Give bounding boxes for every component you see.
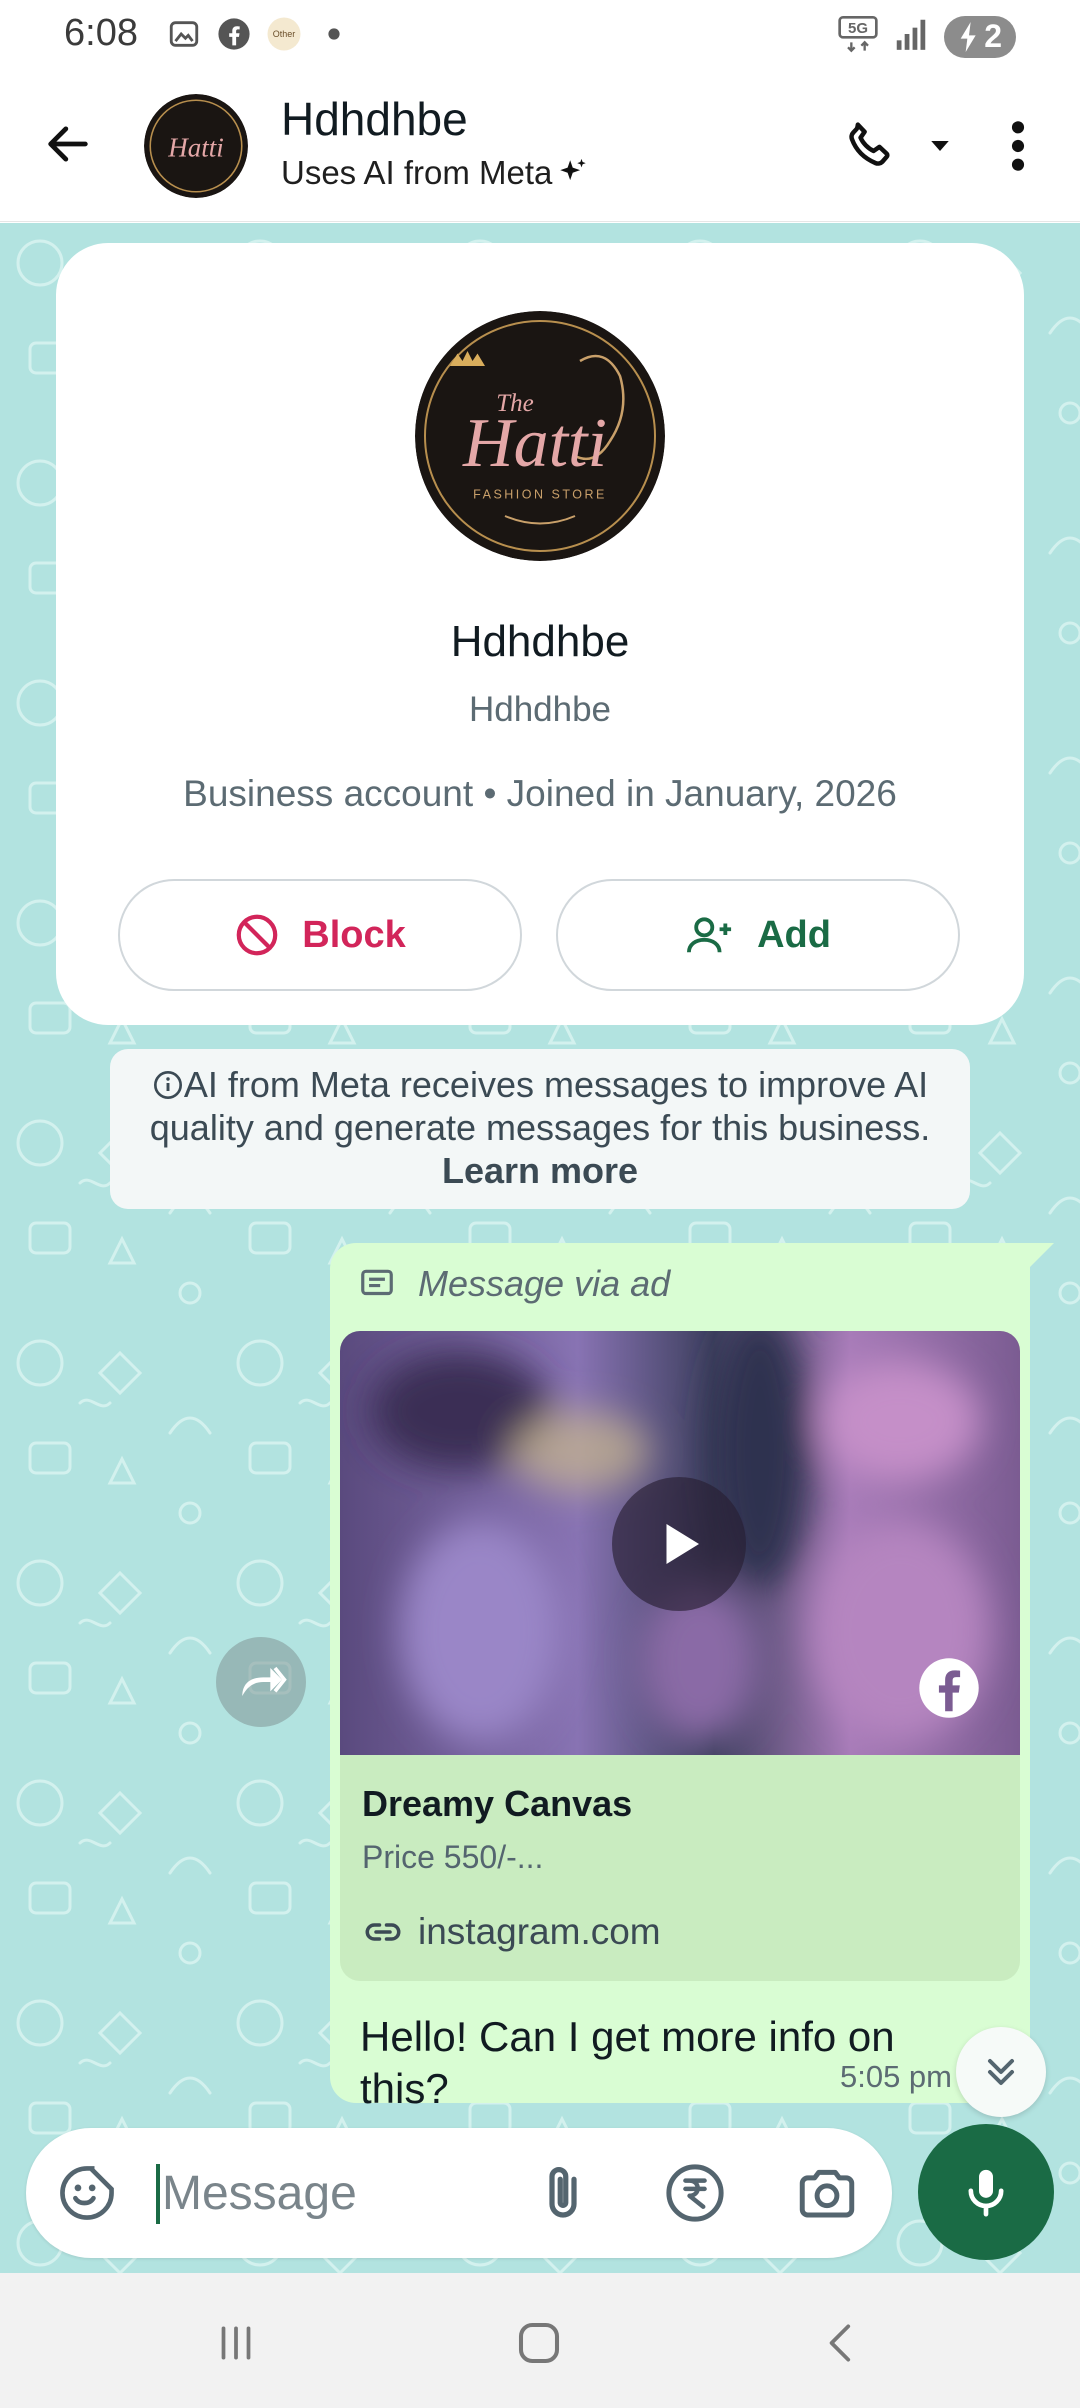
signal-icon [892,15,930,58]
gallery-notification-icon [166,16,202,52]
facebook-notification-icon [216,16,252,52]
chat-title[interactable]: Hdhdhbe [281,92,468,146]
profile-avatar[interactable]: The Hatti FASHION STORE [415,311,665,561]
chevron-left-icon [829,2324,851,2362]
message-via-ad-label: Message via ad [418,1263,671,1304]
battery-indicator: 2 [944,15,1016,58]
profile-account-info: Business account • Joined in January, 20… [183,773,897,814]
phone-icon [849,122,890,166]
message-input[interactable] [162,2154,512,2232]
ad-preview-card[interactable]: Dreamy Canvas Price 550/-... instagram.c… [340,1331,1020,1981]
charging-bolt-icon [960,21,976,52]
block-icon [236,914,278,956]
kebab-menu-icon [1011,121,1025,171]
notification-icons: Other [166,16,352,52]
arrow-left-icon [48,126,88,162]
attach-icon[interactable] [530,2160,596,2226]
home-button[interactable] [499,2303,579,2383]
camera-icon[interactable] [794,2160,860,2226]
forward-icon [242,1666,287,1696]
system-back-button[interactable] [802,2303,882,2383]
contact-avatar[interactable]: Hatti [144,94,248,198]
voice-call-button[interactable] [836,112,904,180]
learn-more-link[interactable]: Learn more [110,1149,970,1192]
recent-apps-button[interactable] [196,2303,276,2383]
ai-notice-text1: AI from Meta receives messages to improv… [183,1064,929,1105]
dot-icon [316,16,352,52]
double-chevron-down-icon [987,2058,1015,2086]
ad-link[interactable]: instagram.com [362,1911,661,1953]
text-cursor [156,2164,160,2224]
ai-disclosure-notice[interactable]: AI from Meta receives messages to improv… [110,1049,970,1209]
profile-secondary-name: Hdhdhbe [468,690,612,729]
caret-down-icon [931,141,949,151]
ad-link-text: instagram.com [418,1911,661,1952]
app-icon-text: Other [273,29,296,39]
call-options-dropdown[interactable] [920,126,960,166]
chat-area[interactable]: The Hatti FASHION STORE Hdhdhbe Hdhdhbe … [0,223,1080,2273]
block-label: Block [302,913,406,956]
chat-subtitle[interactable]: Uses AI from Meta [281,154,590,192]
network-5g-icon: 5G [838,14,878,59]
facebook-icon [919,1658,979,1718]
more-options-button[interactable] [992,112,1044,180]
ad-message-icon [361,1269,393,1296]
status-bar: 6:08 Other 5G 2 [0,0,1080,72]
message-via-ad-header: Message via ad [358,1263,670,1305]
network-label: 5G [848,20,868,37]
ai-notice-line2: quality and generate messages for this b… [149,1107,931,1148]
ad-video-thumbnail[interactable] [340,1331,1020,1755]
business-profile-card: The Hatti FASHION STORE Hdhdhbe Hdhdhbe … [56,243,1024,1025]
forward-button[interactable] [216,1637,306,1727]
ai-notice-line1: AI from Meta receives messages to improv… [110,1063,970,1106]
message-time: 5:05 pm [839,2059,952,2094]
link-icon [365,1923,401,1941]
info-icon [153,1071,182,1099]
rupee-payment-icon[interactable] [662,2160,728,2226]
message-composer [26,2128,892,2258]
play-icon [666,1524,699,1564]
logo-tagline-text: FASHION STORE [473,488,607,502]
block-button[interactable]: Block [118,879,522,991]
ai-sparkle-icon [560,158,587,181]
status-right: 5G 2 [838,14,1016,59]
ad-price: Price 550/-... [362,1839,544,1875]
chat-header: Hatti Hdhdhbe Uses AI from Meta [0,72,1080,222]
chat-subtitle-text: Uses AI from Meta [281,154,553,191]
hatti-logo-icon: Hatti [144,94,248,198]
add-person-icon [687,917,732,953]
add-label: Add [757,913,831,956]
scroll-to-bottom-button[interactable] [956,2027,1046,2117]
logo-name-small: Hatti [167,132,224,162]
voice-message-button[interactable] [918,2124,1054,2260]
add-contact-button[interactable]: Add [556,879,960,991]
app-notification-icon: Other [266,16,302,52]
ad-title: Dreamy Canvas [362,1783,633,1824]
home-icon [518,2322,560,2364]
system-navigation-bar [0,2273,1080,2408]
profile-name: Hdhdhbe [450,617,630,666]
battery-level: 2 [984,18,1002,54]
logo-name-text: Hatti [462,405,607,482]
status-time: 6:08 [64,12,138,54]
hatti-logo-icon: The Hatti FASHION STORE [415,311,665,561]
microphone-icon [968,2169,1004,2217]
emoji-sticker-icon[interactable] [56,2162,118,2224]
recent-apps-icon [221,2326,251,2360]
outgoing-message-bubble[interactable]: Message via ad Dreamy Canvas Price 550/-… [330,1243,1030,2112]
play-button[interactable] [612,1477,746,1611]
back-button[interactable] [36,112,100,176]
